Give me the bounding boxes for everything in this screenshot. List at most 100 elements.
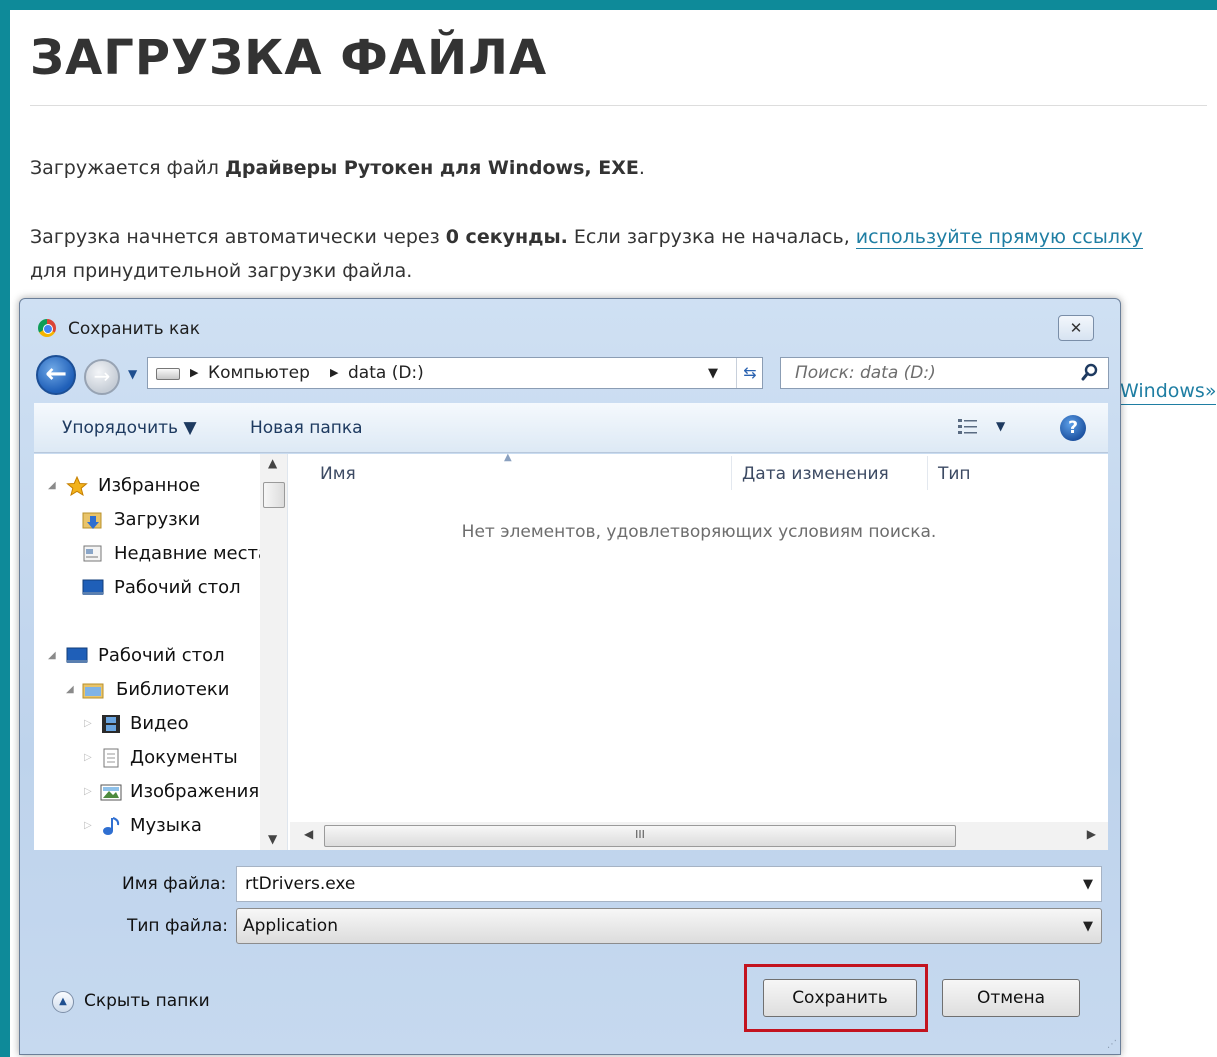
file-name-dropdown-icon[interactable]: ▼ bbox=[1083, 877, 1093, 892]
tree-label: Загрузки bbox=[114, 509, 201, 530]
search-icon[interactable] bbox=[1080, 361, 1100, 385]
refresh-icon: ⇆ bbox=[743, 363, 757, 382]
hint-prefix: Загрузка начнется автоматически через bbox=[30, 226, 446, 248]
sort-ascending-icon: ▲ bbox=[504, 452, 512, 463]
collapse-up-icon: ▲ bbox=[52, 991, 74, 1013]
save-button[interactable]: Сохранить bbox=[763, 979, 917, 1017]
tree-label: Изображения bbox=[130, 781, 260, 802]
download-info-suffix: . bbox=[638, 157, 645, 179]
hint-suffix: для принудительной загрузки файла. bbox=[30, 260, 413, 282]
file-name-input[interactable]: rtDrivers.exe ▼ bbox=[236, 866, 1102, 902]
tree-label: Документы bbox=[130, 747, 238, 768]
pictures-icon bbox=[100, 784, 122, 801]
libraries-icon bbox=[82, 683, 104, 699]
address-dropdown-icon[interactable]: ▼ bbox=[708, 366, 718, 381]
tree-label: Библиотеки bbox=[116, 679, 230, 700]
downloads-folder-icon bbox=[82, 512, 102, 529]
expand-arrow-icon[interactable]: ▷ bbox=[84, 812, 92, 840]
column-header-date[interactable]: Дата изменения bbox=[742, 464, 889, 484]
tree-label: Избранное bbox=[98, 475, 201, 496]
back-arrow-icon: ← bbox=[45, 359, 67, 389]
tree-label: Недавние места bbox=[114, 543, 270, 564]
scroll-left-icon[interactable]: ◀ bbox=[304, 827, 313, 841]
nav-pane-scrollbar[interactable]: ▲ ▼ bbox=[260, 454, 287, 850]
chrome-icon bbox=[38, 319, 56, 337]
dialog-toolbar: Упорядочить ▼ Новая папка ▼ ? bbox=[34, 403, 1108, 453]
title-divider bbox=[30, 105, 1207, 106]
scroll-right-icon[interactable]: ▶ bbox=[1087, 827, 1096, 841]
scroll-thumb[interactable] bbox=[263, 482, 285, 508]
scroll-down-icon[interactable]: ▼ bbox=[268, 832, 277, 846]
column-divider[interactable] bbox=[927, 456, 928, 490]
scroll-thumb[interactable]: III bbox=[324, 825, 956, 847]
tree-label: Рабочий стол bbox=[114, 577, 241, 598]
save-as-dialog: Сохранить как ✕ ← → ▼ ▶ Компьютер ▶ data… bbox=[19, 298, 1121, 1055]
page-title: ЗАГРУЗКА ФАЙЛА bbox=[30, 30, 548, 86]
star-icon bbox=[66, 476, 88, 496]
empty-message: Нет элементов, удовлетворяющих условиям … bbox=[461, 522, 937, 542]
scroll-up-icon[interactable]: ▲ bbox=[268, 456, 277, 470]
organize-menu[interactable]: Упорядочить ▼ bbox=[62, 418, 197, 438]
close-icon: ✕ bbox=[1069, 319, 1083, 337]
close-button[interactable]: ✕ bbox=[1058, 315, 1094, 341]
recent-places-icon bbox=[83, 545, 102, 562]
tree-label: Музыка bbox=[130, 815, 202, 836]
column-header-type[interactable]: Тип bbox=[938, 464, 971, 484]
file-type-label: Тип файла: bbox=[127, 916, 228, 936]
file-title: Драйверы Рутокен для Windows, EXE bbox=[224, 157, 639, 179]
forward-button[interactable]: → bbox=[84, 359, 120, 395]
help-icon[interactable]: ? bbox=[1060, 415, 1086, 441]
breadcrumb-separator-icon[interactable]: ▶ bbox=[330, 366, 338, 379]
expand-arrow-icon[interactable]: ▷ bbox=[84, 710, 92, 738]
video-icon bbox=[102, 715, 120, 733]
resize-grip-icon[interactable]: ⋰ bbox=[1107, 1039, 1117, 1050]
file-name-label: Имя файла: bbox=[122, 874, 227, 894]
countdown: 0 секунды. bbox=[445, 226, 568, 248]
expand-arrow-icon[interactable]: ▷ bbox=[84, 778, 92, 806]
address-bar[interactable]: ▶ Компьютер ▶ data (D:) ▼ ⇆ bbox=[147, 357, 763, 389]
file-name-value: rtDrivers.exe bbox=[245, 874, 356, 894]
collapse-arrow-icon[interactable]: ◢ bbox=[48, 642, 56, 670]
search-input[interactable]: Поиск: data (D:) bbox=[780, 357, 1109, 389]
dialog-title: Сохранить как bbox=[68, 319, 200, 339]
dialog-titlebar: Сохранить как ✕ bbox=[20, 299, 1120, 349]
column-header-name[interactable]: Имя bbox=[320, 464, 356, 484]
file-type-select[interactable]: Application ▼ bbox=[236, 908, 1102, 944]
file-list-scrollbar[interactable]: ◀ III ▶ bbox=[290, 822, 1108, 850]
views-icon[interactable] bbox=[957, 417, 979, 437]
tree-label: Рабочий стол bbox=[98, 645, 225, 666]
collapse-arrow-icon[interactable]: ◢ bbox=[66, 676, 74, 704]
file-list: ▲ Имя Дата изменения Тип Нет элементов, … bbox=[290, 452, 1108, 850]
documents-icon bbox=[103, 748, 119, 768]
collapse-arrow-icon[interactable]: ◢ bbox=[48, 472, 56, 500]
recent-locations-dropdown[interactable]: ▼ bbox=[128, 367, 137, 381]
file-type-dropdown-icon[interactable]: ▼ bbox=[1083, 919, 1093, 934]
direct-link[interactable]: используйте прямую ссылку bbox=[855, 226, 1143, 249]
back-button[interactable]: ← bbox=[36, 355, 76, 395]
breadcrumb-computer[interactable]: Компьютер bbox=[208, 363, 310, 383]
download-info: Загружается файл Драйверы Рутокен для Wi… bbox=[30, 151, 645, 185]
new-folder-button[interactable]: Новая папка bbox=[250, 418, 363, 438]
forward-arrow-icon: → bbox=[93, 364, 111, 388]
dialog-body: ◢ Избранное Загрузки Недавние места Рабо… bbox=[34, 452, 1108, 850]
breadcrumb-separator-icon[interactable]: ▶ bbox=[190, 366, 198, 379]
expand-arrow-icon[interactable]: ▷ bbox=[84, 744, 92, 772]
navigation-pane: ◢ Избранное Загрузки Недавние места Рабо… bbox=[34, 454, 288, 850]
refresh-button[interactable]: ⇆ bbox=[736, 358, 763, 388]
download-hint: Загрузка начнется автоматически через 0 … bbox=[30, 220, 1200, 288]
navigation-bar: ← → ▼ ▶ Компьютер ▶ data (D:) ▼ ⇆ Поиск:… bbox=[20, 351, 1120, 395]
music-icon bbox=[103, 817, 120, 835]
desktop-icon bbox=[82, 579, 104, 595]
breadcrumb-drive[interactable]: data (D:) bbox=[348, 363, 424, 383]
download-info-prefix: Загружается файл bbox=[30, 157, 225, 179]
desktop-icon bbox=[66, 647, 88, 663]
partial-link[interactable]: Windows» bbox=[1120, 378, 1217, 405]
cancel-button[interactable]: Отмена bbox=[942, 979, 1080, 1017]
hint-middle: Если загрузка не началась, bbox=[567, 226, 856, 248]
file-type-value: Application bbox=[243, 916, 338, 936]
tree-label: Видео bbox=[130, 713, 189, 734]
hide-folders-label: Скрыть папки bbox=[84, 991, 210, 1011]
drive-icon bbox=[156, 368, 180, 380]
views-dropdown-icon[interactable]: ▼ bbox=[996, 419, 1005, 433]
column-divider[interactable] bbox=[731, 456, 732, 490]
